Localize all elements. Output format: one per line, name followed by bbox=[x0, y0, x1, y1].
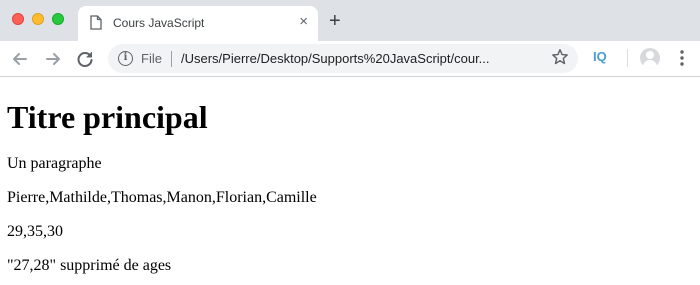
new-tab-button[interactable]: + bbox=[329, 11, 341, 31]
avatar-body bbox=[643, 60, 657, 68]
address-bar[interactable]: i File /Users/Pierre/Desktop/Supports%20… bbox=[108, 44, 578, 73]
close-tab-icon[interactable]: × bbox=[299, 14, 308, 30]
ages-list-text: 29,35,30 bbox=[7, 223, 63, 240]
window-zoom-button[interactable] bbox=[52, 13, 64, 25]
page-content: Titre principal Un paragraphe Pierre,Mat… bbox=[7, 78, 697, 275]
extension-iq-icon[interactable]: IQ bbox=[593, 49, 607, 64]
avatar-head bbox=[646, 51, 654, 59]
back-arrow-icon[interactable] bbox=[9, 48, 31, 70]
scheme-label: File bbox=[141, 51, 162, 66]
tab-title: Cours JavaScript bbox=[113, 16, 205, 30]
names-list-text: Pierre,Mathilde,Thomas,Manon,Florian,Cam… bbox=[7, 189, 317, 206]
window-close-button[interactable] bbox=[12, 13, 24, 25]
more-menu-icon[interactable] bbox=[674, 49, 690, 67]
paragraph-text: Un paragraphe bbox=[7, 155, 102, 172]
window-minimize-button[interactable] bbox=[32, 13, 44, 25]
url-text[interactable]: /Users/Pierre/Desktop/Supports%20JavaScr… bbox=[181, 51, 546, 66]
tab-strip: Cours JavaScript × + bbox=[0, 0, 700, 41]
forward-arrow-icon[interactable] bbox=[42, 48, 64, 70]
star-icon[interactable] bbox=[551, 48, 569, 66]
reload-icon[interactable] bbox=[74, 48, 96, 70]
removed-ages-text: "27,28" supprimé de ages bbox=[7, 257, 172, 274]
toolbar-divider bbox=[627, 49, 628, 67]
tab-cours-javascript[interactable]: Cours JavaScript × bbox=[78, 6, 318, 41]
user-avatar-icon[interactable] bbox=[640, 48, 660, 68]
omnibox-divider bbox=[171, 51, 172, 67]
page-title: Titre principal bbox=[7, 99, 208, 135]
page-icon bbox=[90, 15, 102, 30]
info-icon[interactable]: i bbox=[118, 51, 133, 66]
